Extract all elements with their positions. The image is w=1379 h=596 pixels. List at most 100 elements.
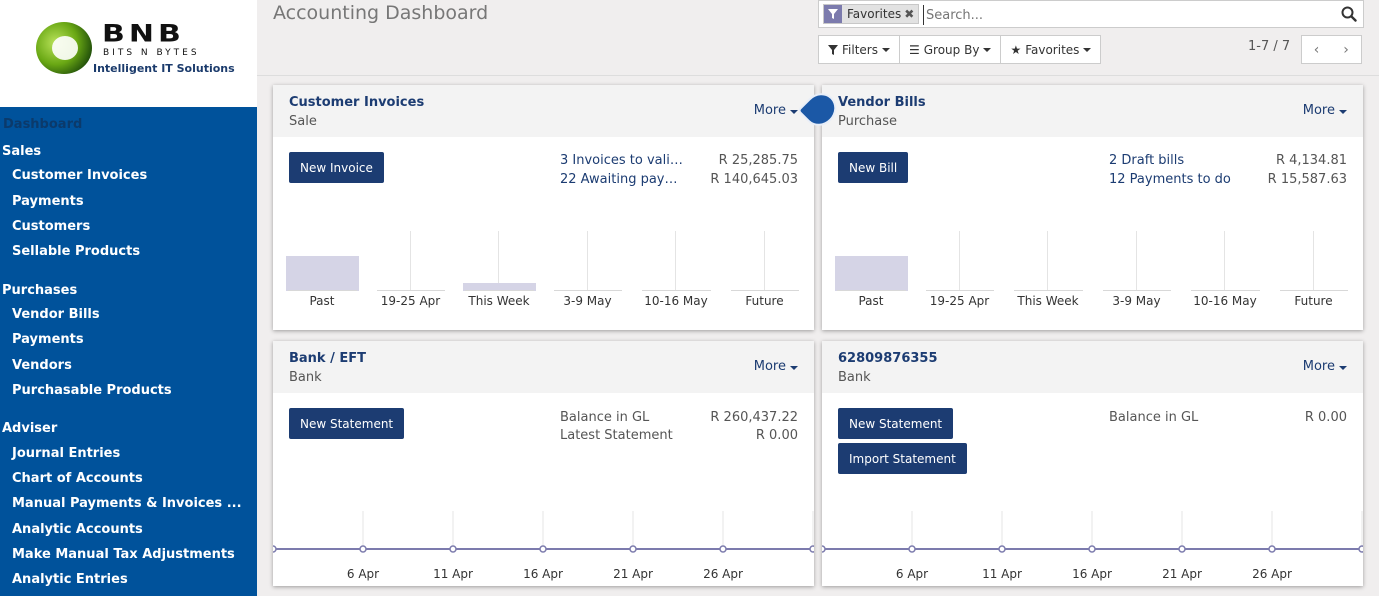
card-header (273, 85, 814, 137)
bar-label: This Week (1017, 294, 1079, 308)
filters-button[interactable]: Filters (818, 35, 900, 64)
bar-column[interactable] (1012, 231, 1101, 291)
new-statement-button[interactable]: New Statement (838, 408, 954, 439)
sidebar-item-sellable-products[interactable]: Sellable Products (12, 244, 140, 259)
line-graph-svg (269, 511, 817, 553)
draft-bills-link[interactable]: 2 Draft bills (1109, 153, 1184, 168)
bar-graph[interactable]: Past 19-25 Apr This Week 3-9 May 10-16 May Fu… (286, 231, 802, 311)
bar-divider (958, 231, 960, 291)
bar-column[interactable] (1101, 231, 1190, 291)
axis-tick-label: 21 Apr (613, 567, 653, 581)
sidebar-item-tax-adjustments[interactable]: Make Manual Tax Adjustments (12, 547, 235, 562)
search-bar[interactable]: Favorites ✖ (818, 0, 1364, 28)
more-dropdown[interactable]: More (754, 103, 798, 118)
data-point (269, 545, 277, 553)
axis-tick-label: 16 Apr (523, 567, 563, 581)
caret-down-icon (1339, 110, 1347, 114)
new-statement-button[interactable]: New Statement (289, 408, 405, 439)
more-dropdown[interactable]: More (1303, 359, 1347, 374)
sidebar-section-purchases: Purchases (2, 283, 78, 298)
sidebar-item-dashboard[interactable]: Dashboard (3, 117, 82, 132)
bar-column[interactable] (729, 231, 818, 291)
logo-brand: BNB (102, 20, 185, 48)
line-graph[interactable]: 6 Apr 11 Apr 16 Apr 21 Apr 26 Apr (818, 501, 1366, 589)
bar-baseline (730, 290, 799, 291)
sidebar-item-purchasable-products[interactable]: Purchasable Products (12, 383, 172, 398)
search-input[interactable] (923, 5, 1323, 25)
bar-baseline (925, 290, 994, 291)
awaiting-payment-link[interactable]: 22 Awaiting pay… (560, 172, 678, 187)
sidebar-item-chart-of-accounts[interactable]: Chart of Accounts (12, 471, 143, 486)
data-point (908, 545, 916, 553)
bar-column[interactable] (1189, 231, 1278, 291)
bar-column[interactable] (1278, 231, 1367, 291)
chevron-left-icon: ‹ (1313, 41, 1320, 58)
filter-icon (824, 5, 842, 23)
bar-column[interactable] (286, 231, 375, 291)
logo[interactable]: BNB BITS N BYTES Intelligent IT Solution… (0, 0, 257, 107)
card-title[interactable]: Bank / EFT (289, 351, 366, 366)
bar-divider (586, 231, 588, 291)
caret-down-icon (790, 366, 798, 370)
bar-divider (675, 231, 676, 291)
group-by-button[interactable]: ☰ Group By (899, 35, 1002, 64)
bar-column[interactable] (835, 231, 924, 291)
data-point (1088, 545, 1096, 553)
sidebar-item-vendors[interactable]: Vendors (12, 358, 72, 373)
bar-baseline (376, 290, 445, 291)
new-invoice-button[interactable]: New Invoice (289, 152, 384, 183)
data-point (1268, 545, 1276, 553)
card-title[interactable]: 62809876355 (838, 351, 938, 366)
logo-mark-icon (36, 22, 92, 74)
close-icon[interactable]: ✖ (904, 7, 918, 21)
sidebar-item-analytic-accounts[interactable]: Analytic Accounts (12, 522, 143, 537)
search-icon[interactable] (1341, 6, 1357, 22)
more-dropdown[interactable]: More (754, 359, 798, 374)
bar-label: 10-16 May (644, 294, 708, 308)
new-bill-button[interactable]: New Bill (838, 152, 909, 183)
sidebar-item-manual-payments[interactable]: Manual Payments & Invoices ... (12, 496, 242, 511)
favorites-button[interactable]: ★ Favorites (1001, 35, 1102, 64)
bar-baseline (1014, 290, 1083, 291)
sidebar-item-payments[interactable]: Payments (12, 194, 84, 209)
search-facet-label: Favorites (847, 7, 902, 21)
invoices-to-validate-link[interactable]: 3 Invoices to vali… (560, 153, 683, 168)
sidebar-item-customers[interactable]: Customers (12, 219, 90, 234)
card-header (822, 85, 1363, 137)
sidebar-item-journal-entries[interactable]: Journal Entries (12, 446, 120, 461)
more-dropdown[interactable]: More (1303, 103, 1347, 118)
bar-label: This Week (468, 294, 530, 308)
card-title[interactable]: Customer Invoices (289, 95, 424, 110)
axis-tick-label: 16 Apr (1072, 567, 1112, 581)
bar-column[interactable] (375, 231, 464, 291)
bar-label: 19-25 Apr (929, 294, 990, 308)
sidebar-item-customer-invoices[interactable]: Customer Invoices (12, 168, 147, 183)
bar-column[interactable] (552, 231, 641, 291)
sidebar-item-vendor-payments[interactable]: Payments (12, 332, 84, 347)
data-point (818, 545, 826, 553)
journal-card-customer-invoices: Customer Invoices Sale More New Invoice … (273, 85, 814, 330)
payments-to-do-link[interactable]: 12 Payments to do (1109, 172, 1231, 187)
journal-card-bank-account: 62809876355 Bank More New Statement Impo… (818, 341, 1366, 589)
pager-previous-button[interactable]: ‹ (1301, 35, 1332, 64)
bar-divider (498, 231, 499, 291)
search-facet[interactable]: Favorites ✖ (823, 4, 920, 24)
caret-down-icon (881, 47, 890, 52)
bar-column[interactable] (640, 231, 729, 291)
sidebar-section-sales: Sales (2, 144, 42, 159)
sidebar-item-vendor-bills[interactable]: Vendor Bills (12, 307, 100, 322)
bar[interactable] (286, 256, 359, 291)
awaiting-payment-amount: R 140,645.03 (710, 172, 798, 187)
bar[interactable] (835, 256, 908, 291)
pager-next-button[interactable]: › (1331, 35, 1362, 64)
logo-subline: BITS N BYTES (103, 48, 200, 58)
line-graph[interactable]: 6 Apr 11 Apr 16 Apr 21 Apr 26 Apr (269, 501, 817, 589)
bar-graph[interactable]: Past 19-25 Apr This Week 3-9 May 10-16 May Fu… (835, 231, 1351, 311)
bar-column[interactable] (924, 231, 1013, 291)
bar-column[interactable] (463, 231, 552, 291)
card-title[interactable]: Vendor Bills (838, 95, 926, 110)
sidebar-item-analytic-entries[interactable]: Analytic Entries (12, 572, 128, 587)
bar-label: 3-9 May (563, 294, 612, 308)
import-statement-button[interactable]: Import Statement (838, 443, 967, 474)
axis-tick-label: 21 Apr (1162, 567, 1202, 581)
